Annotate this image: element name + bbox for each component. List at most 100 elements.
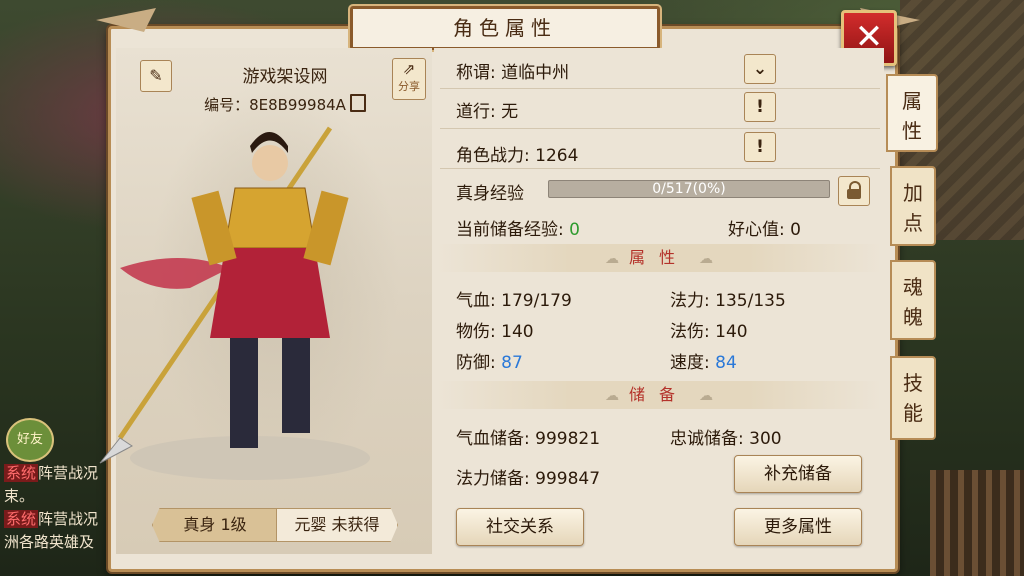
tab-soul-label: 魂魄 bbox=[903, 275, 923, 329]
chat-line: 系统 阵营战况 bbox=[4, 508, 114, 531]
reserves-section-header: ☁ 储备 ☁ bbox=[436, 381, 882, 409]
attributes-section-header: ☁ 属性 ☁ bbox=[436, 244, 882, 272]
cloud-ornament: ☁ bbox=[604, 388, 619, 404]
tab-soul[interactable]: 魂魄 bbox=[890, 260, 936, 340]
hp-reserve-label: 气血储备: bbox=[456, 429, 530, 449]
character-avatar[interactable] bbox=[60, 118, 400, 488]
stored-exp-value: 0 bbox=[569, 220, 580, 240]
loyalty-reserve-label: 忠诚储备: bbox=[670, 429, 744, 449]
cloud-ornament: ☁ bbox=[699, 388, 713, 404]
more-attributes-button[interactable]: 更多属性 bbox=[734, 508, 862, 546]
divider bbox=[440, 128, 880, 129]
right-leg bbox=[282, 338, 310, 433]
friends-button[interactable]: 好友 bbox=[6, 418, 54, 462]
stored-exp-label: 当前储备经验: bbox=[456, 220, 564, 240]
tab-skills-label: 技能 bbox=[903, 371, 923, 425]
chat-text: 束。 bbox=[4, 487, 35, 505]
form-tabs: 真身 1级 元婴 未获得 bbox=[146, 508, 404, 542]
cloud-ornament: ☁ bbox=[699, 251, 713, 267]
chat-line: 洲各路英雄及 bbox=[4, 531, 114, 554]
mp-label: 法力: bbox=[670, 291, 710, 311]
def-row: 防御: 87 bbox=[456, 348, 523, 373]
copy-icon[interactable] bbox=[349, 94, 366, 112]
power-row: 角色战力: 1264 bbox=[456, 141, 578, 166]
kindness-row: 好心值: 0 bbox=[728, 215, 801, 240]
social-relations-button[interactable]: 社交关系 bbox=[456, 508, 584, 546]
reserves-section-title: 储备 bbox=[628, 385, 689, 404]
hp-row: 气血: 179/179 bbox=[456, 286, 572, 311]
share-label: 分享 bbox=[398, 80, 420, 93]
hp-value: 179/179 bbox=[501, 291, 572, 311]
cloud-ornament: ☁ bbox=[604, 251, 619, 267]
power-label: 角色战力: bbox=[456, 146, 530, 166]
daoxing-label: 道行: bbox=[456, 102, 496, 122]
phys-row: 物伤: 140 bbox=[456, 317, 534, 342]
power-info-button[interactable]: ! bbox=[744, 132, 776, 162]
mp-value: 135/135 bbox=[715, 291, 786, 311]
tab-attributes[interactable]: 属性 bbox=[886, 74, 938, 152]
speed-label: 速度: bbox=[670, 353, 710, 373]
stored-exp-row: 当前储备经验: 0 bbox=[456, 215, 580, 240]
tab-attributes-label: 属性 bbox=[902, 89, 922, 143]
divider bbox=[440, 168, 880, 169]
window-title: 角色属性 bbox=[350, 6, 660, 50]
pencil-icon: ✎ bbox=[149, 66, 163, 85]
left-leg bbox=[230, 338, 258, 448]
title-row: 称谓: 道临中州 bbox=[456, 58, 569, 83]
exp-progress-bar: 0/517(0%) bbox=[548, 180, 830, 198]
hp-label: 气血: bbox=[456, 291, 496, 311]
edit-name-button[interactable]: ✎ bbox=[140, 60, 172, 92]
loyalty-reserve-row: 忠诚储备: 300 bbox=[670, 424, 782, 449]
mp-reserve-label: 法力储备: bbox=[456, 469, 530, 489]
tab-add-points[interactable]: 加点 bbox=[890, 166, 936, 246]
kindness-label: 好心值: bbox=[728, 220, 785, 240]
def-value: 87 bbox=[501, 353, 523, 373]
attributes-section-title: 属性 bbox=[628, 248, 689, 267]
magic-row: 法伤: 140 bbox=[670, 317, 748, 342]
exp-label: 真身经验 bbox=[456, 184, 524, 204]
mp-reserve-row: 法力储备: 999847 bbox=[456, 464, 600, 489]
character-id-text: 编号：8E8B99984A bbox=[204, 96, 346, 114]
mp-reserve-value: 999847 bbox=[535, 469, 601, 489]
divider bbox=[440, 88, 880, 89]
speed-row: 速度: 84 bbox=[670, 348, 737, 373]
tab-yuanying[interactable]: 元婴 未获得 bbox=[276, 508, 398, 542]
character-name: 游戏架设网 bbox=[242, 67, 328, 87]
lock-icon-body bbox=[847, 189, 861, 199]
exp-progress-text: 0/517(0%) bbox=[652, 181, 726, 197]
mp-row: 法力: 135/135 bbox=[670, 286, 786, 311]
chat-line: 束。 bbox=[4, 485, 114, 508]
share-icon: ⇗ bbox=[402, 60, 416, 78]
kindness-value: 0 bbox=[790, 220, 801, 240]
exp-lock-button[interactable] bbox=[838, 176, 870, 206]
spear-tip bbox=[99, 437, 133, 464]
daoxing-row: 道行: 无 bbox=[456, 97, 518, 122]
daoxing-value: 无 bbox=[501, 102, 519, 122]
head bbox=[252, 145, 288, 181]
chat-text: 洲各路英雄及 bbox=[4, 533, 95, 551]
tab-skills[interactable]: 技能 bbox=[890, 356, 936, 440]
title-dropdown-button[interactable]: ⌄ bbox=[744, 54, 776, 84]
title-label: 称谓: bbox=[456, 63, 496, 83]
phys-value: 140 bbox=[501, 322, 534, 342]
armor-chest bbox=[224, 187, 316, 249]
magic-value: 140 bbox=[715, 322, 748, 342]
def-label: 防御: bbox=[456, 353, 496, 373]
chat-text: 阵营战况 bbox=[38, 510, 99, 528]
power-value: 1264 bbox=[535, 146, 579, 166]
tab-true-body[interactable]: 真身 1级 bbox=[152, 508, 278, 542]
magic-label: 法伤: bbox=[670, 322, 710, 342]
daoxing-info-button[interactable]: ! bbox=[744, 92, 776, 122]
tab-add-points-label: 加点 bbox=[903, 181, 923, 235]
share-button[interactable]: ⇗ 分享 bbox=[392, 58, 426, 100]
robe bbox=[210, 248, 330, 338]
loyalty-reserve-value: 300 bbox=[749, 429, 782, 449]
system-tag: 系统 bbox=[4, 464, 39, 482]
hp-reserve-value: 999821 bbox=[535, 429, 601, 449]
speed-value: 84 bbox=[715, 353, 737, 373]
background-fence bbox=[930, 470, 1024, 576]
phys-label: 物伤: bbox=[456, 322, 496, 342]
refill-reserve-button[interactable]: 补充储备 bbox=[734, 455, 862, 493]
system-tag: 系统 bbox=[4, 510, 39, 528]
chevron-down-icon: ⌄ bbox=[752, 59, 768, 79]
